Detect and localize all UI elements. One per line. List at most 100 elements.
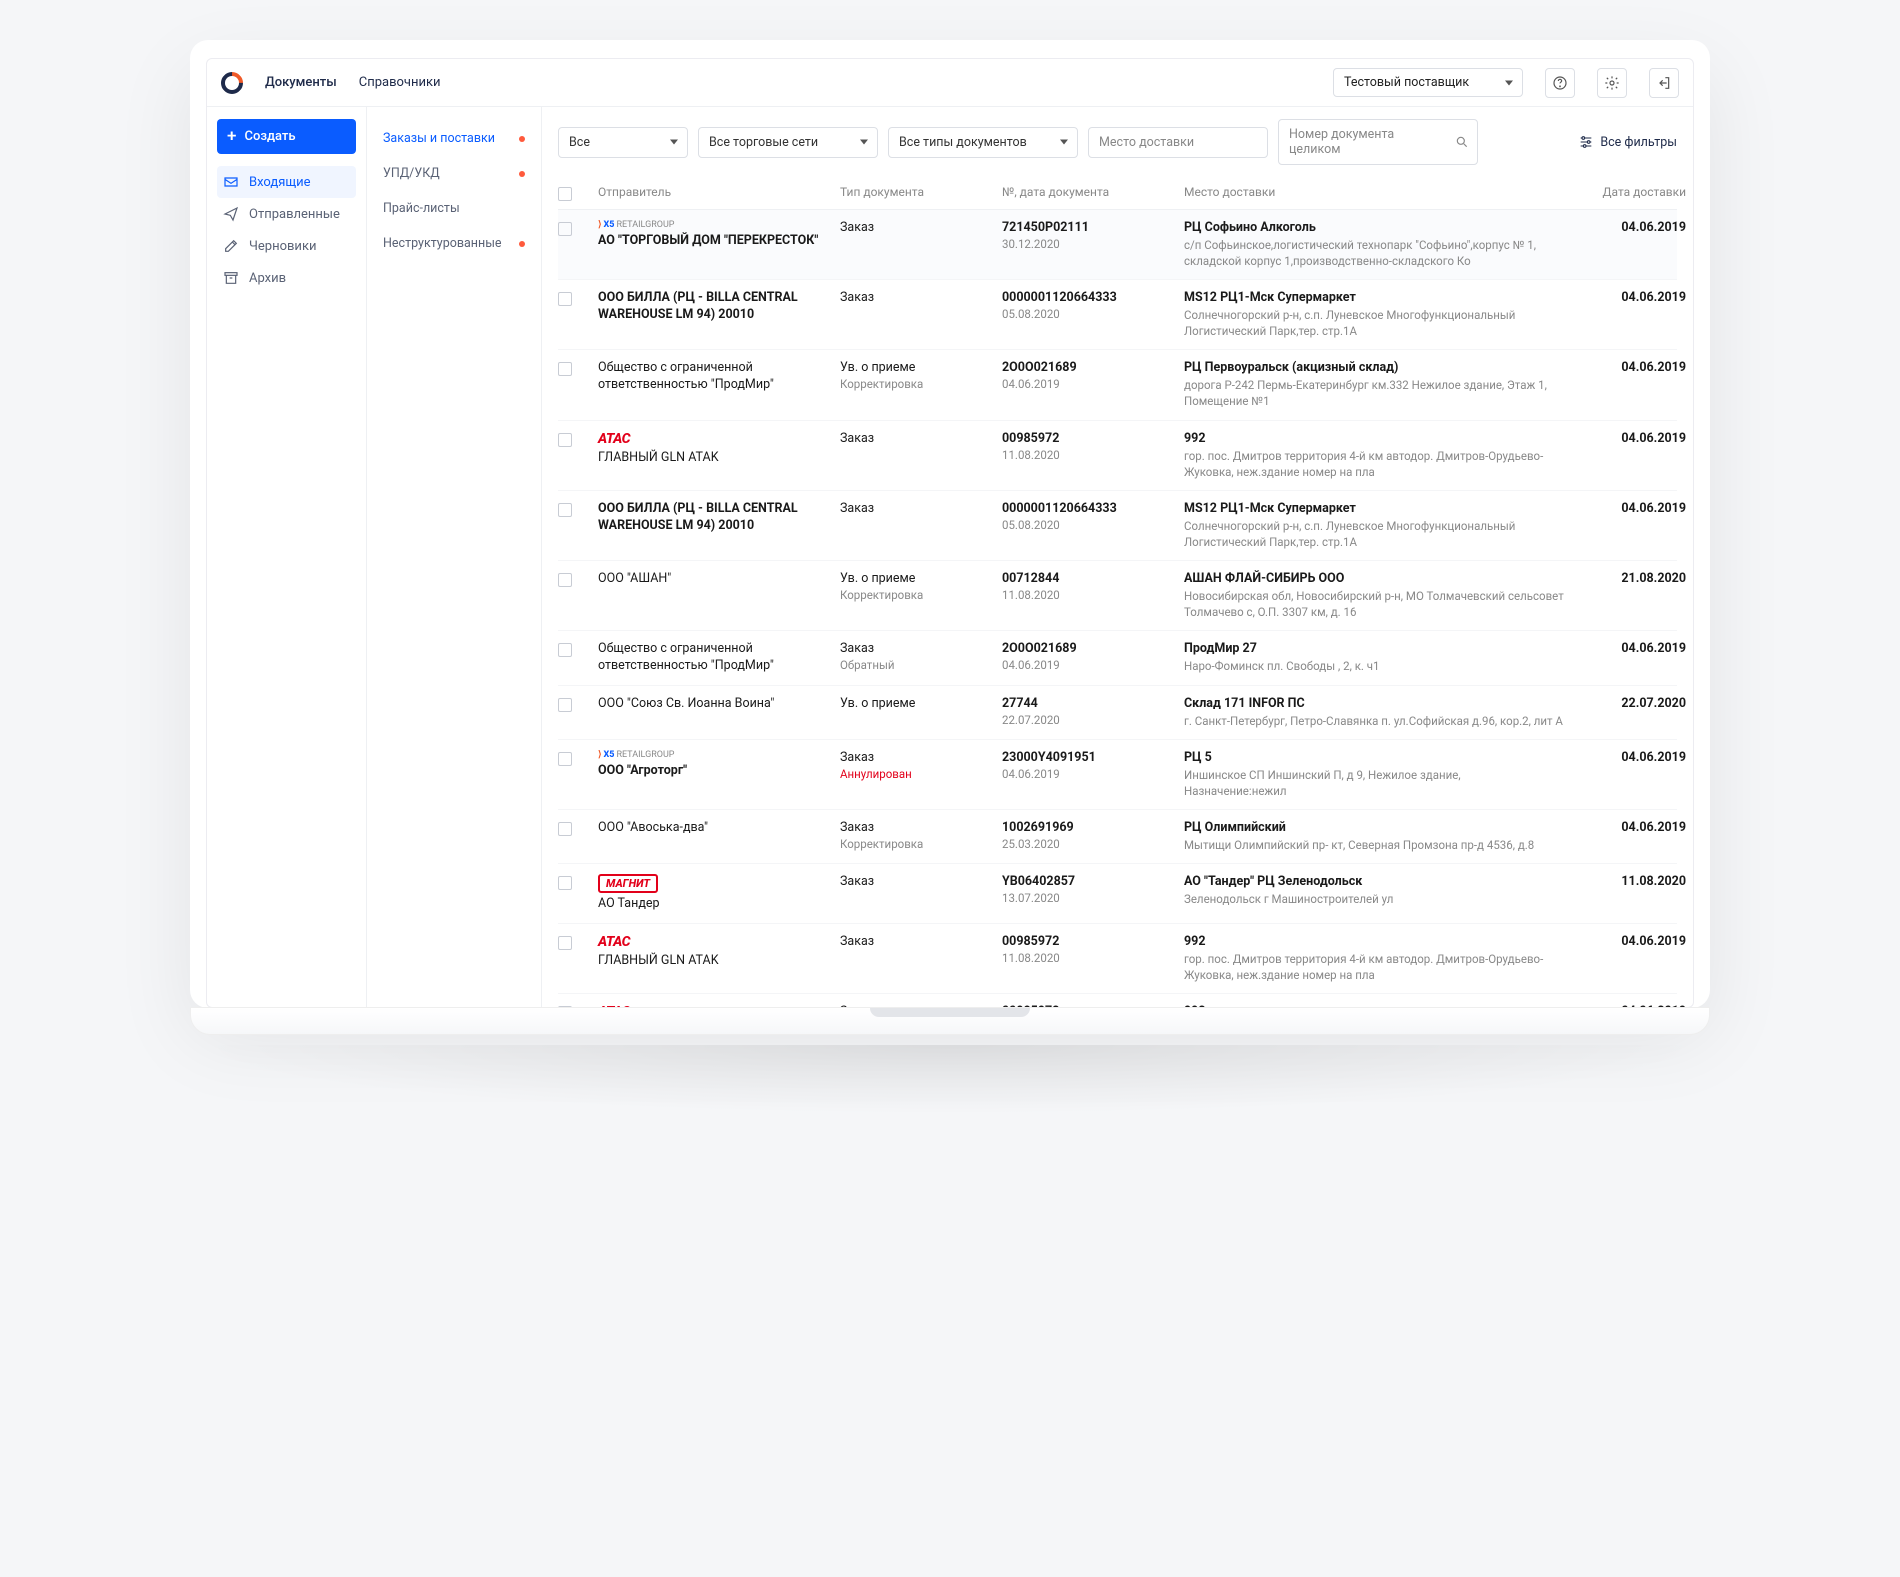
settings-button[interactable] (1597, 68, 1627, 98)
app-window: Документы Справочники Тестовый поставщик… (206, 58, 1694, 1008)
filter-doctypes[interactable]: Все типы документов (888, 127, 1078, 158)
doc-type: Заказ (840, 934, 990, 949)
delivery-address: Мытищи Олимпийский пр- кт, Северная Пром… (1184, 837, 1564, 853)
delivery-place: ПродМир 27 (1184, 641, 1564, 656)
table-row[interactable]: ⟩X5RETAILGROUPАО "ТОРГОВЫЙ ДОМ "ПЕРЕКРЕС… (558, 210, 1677, 280)
th-docnum[interactable]: №, дата документа (1002, 185, 1172, 199)
doc-type: Ув. о приеме (840, 360, 990, 375)
row-checkbox[interactable] (558, 433, 572, 447)
row-checkbox[interactable] (558, 698, 572, 712)
table-row[interactable]: ATACГЛАВНЫЙ GLN ATAKЗаказ0098597211.08.2… (558, 924, 1677, 994)
doc-subtype: Обратный (840, 658, 990, 672)
table-row[interactable]: ООО "АШАН" Ув. о приеме Корректировка 00712… (558, 561, 1677, 631)
sidebar-item-sent[interactable]: Отправленные (217, 198, 356, 230)
x5-logo-icon: ⟩X5RETAILGROUP (598, 750, 828, 760)
delivery-place: РЦ Первоуральск (акцизный склад) (1184, 360, 1564, 375)
supplier-select[interactable]: Тестовый поставщик (1333, 68, 1523, 97)
filter-all[interactable]: Все (558, 127, 688, 158)
row-checkbox[interactable] (558, 222, 572, 236)
th-place[interactable]: Место доставки (1184, 185, 1564, 199)
drafts-icon (223, 238, 239, 254)
table-row[interactable]: ООО "Авоська-два"ЗаказКорректировка10026… (558, 810, 1677, 864)
delivery-date: 04.06.2019 (1576, 934, 1686, 949)
doc-number: 00712844 (1002, 571, 1172, 586)
th-delivery[interactable]: Дата доставки (1576, 185, 1686, 199)
filter-docnum-input[interactable]: Номер документа целиком (1278, 119, 1478, 165)
sub-item-pricelists[interactable]: Прайс-листы (367, 191, 541, 226)
row-checkbox[interactable] (558, 362, 572, 376)
sub-item-upd[interactable]: УПД/УКД (367, 156, 541, 191)
doc-number: 2O0O021689 (1002, 641, 1172, 656)
inbox-icon (223, 174, 239, 190)
filter-networks[interactable]: Все торговые сети (698, 127, 878, 158)
delivery-place: РЦ Софьино Алкоголь (1184, 220, 1564, 235)
doc-date: 11.08.2020 (1002, 951, 1172, 965)
create-button[interactable]: + Создать (217, 119, 356, 154)
table-row[interactable]: ООО БИЛЛА (РЦ - BILLA CENTRAL WAREHOUSE … (558, 280, 1677, 350)
delivery-date: 04.06.2019 (1576, 641, 1686, 656)
doc-number: 2O0O021689 (1002, 360, 1172, 375)
doc-subtype: Корректировка (840, 837, 990, 851)
delivery-address: с/п Софьинское,логистический технопарк "… (1184, 237, 1564, 269)
doc-date: 05.08.2020 (1002, 518, 1172, 532)
help-button[interactable] (1545, 68, 1575, 98)
doc-date: 22.07.2020 (1002, 713, 1172, 727)
doc-subtype: Корректировка (840, 588, 990, 602)
table-row[interactable]: ATACГЛАВНЫЙ GLN ATAKЗаказ0098597211.08.2… (558, 994, 1677, 1007)
row-checkbox[interactable] (558, 752, 572, 766)
delivery-address: Солнечногорский р-н, с.п. Луневское Мног… (1184, 307, 1564, 339)
filter-bar: Все Все торговые сети Все типы документо… (542, 107, 1693, 177)
sent-icon (223, 206, 239, 222)
row-checkbox[interactable] (558, 573, 572, 587)
select-all-checkbox[interactable] (558, 187, 572, 201)
sender-name: ООО "АШАН" (598, 571, 828, 588)
table-row[interactable]: МАГНИТАО ТандерЗаказYB0640285713.07.2020… (558, 864, 1677, 924)
table-row[interactable]: ООО БИЛЛА (РЦ - BILLA CENTRAL WAREHOUSE … (558, 491, 1677, 561)
row-checkbox[interactable] (558, 643, 572, 657)
row-checkbox[interactable] (558, 876, 572, 890)
sidebar-item-archive[interactable]: Архив (217, 262, 356, 294)
th-sender[interactable]: Отправитель (598, 185, 828, 199)
doc-date: 04.06.2019 (1002, 377, 1172, 391)
doc-number: 23000Y4091951 (1002, 750, 1172, 765)
documents-table: Отправитель Тип документа №, дата докуме… (542, 177, 1693, 1007)
doc-type: Ув. о приеме (840, 571, 990, 586)
filter-place-input[interactable]: Место доставки (1088, 127, 1268, 158)
delivery-date: 11.08.2020 (1576, 874, 1686, 889)
doc-subtype: Аннулирован (840, 767, 990, 781)
delivery-place: MS12 РЦ1-Мск Супермаркет (1184, 501, 1564, 516)
th-doctype[interactable]: Тип документа (840, 185, 990, 199)
table-row[interactable]: ATACГЛАВНЫЙ GLN ATAKЗаказ0098597211.08.2… (558, 421, 1677, 491)
sub-item-unstructured[interactable]: Неструктурованные (367, 226, 541, 261)
logout-button[interactable] (1649, 68, 1679, 98)
sender-name: Общество с ограниченной ответственностью… (598, 641, 828, 675)
doc-date: 11.08.2020 (1002, 448, 1172, 462)
doc-type: Заказ (840, 641, 990, 656)
exit-icon (1656, 75, 1672, 91)
row-checkbox[interactable] (558, 936, 572, 950)
sub-item-orders[interactable]: Заказы и поставки (367, 121, 541, 156)
sidebar-item-label: Входящие (249, 175, 311, 190)
doc-date: 25.03.2020 (1002, 837, 1172, 851)
doc-date: 30.12.2020 (1002, 237, 1172, 251)
sidebar-item-inbox[interactable]: Входящие (217, 166, 356, 198)
delivery-date: 04.06.2019 (1576, 360, 1686, 375)
nav-directories[interactable]: Справочники (359, 75, 441, 90)
row-checkbox[interactable] (558, 822, 572, 836)
doc-type: Заказ (840, 290, 990, 305)
sidebar: + Создать Входящие Отправленные Черновик… (207, 107, 367, 1007)
delivery-date: 04.06.2019 (1576, 290, 1686, 305)
row-checkbox[interactable] (558, 503, 572, 517)
delivery-place: 992 (1184, 431, 1564, 446)
sidebar-item-drafts[interactable]: Черновики (217, 230, 356, 262)
main-panel: Все Все торговые сети Все типы документо… (542, 107, 1693, 1007)
notification-dot-icon (519, 171, 525, 177)
row-checkbox[interactable] (558, 292, 572, 306)
table-row[interactable]: ООО "Союз Св. Иоанна Воина"Ув. о приеме2… (558, 686, 1677, 740)
nav-documents[interactable]: Документы (265, 75, 337, 90)
table-row[interactable]: Общество с ограниченной ответственностью… (558, 631, 1677, 686)
all-filters-button[interactable]: Все фильтры (1578, 134, 1677, 150)
table-row[interactable]: Общество с ограниченной ответственностью… (558, 350, 1677, 420)
table-row[interactable]: ⟩X5RETAILGROUPООО "Агроторг"ЗаказАннулир… (558, 740, 1677, 810)
sub-sidebar: Заказы и поставки УПД/УКД Прайс-листы Не… (367, 107, 542, 1007)
